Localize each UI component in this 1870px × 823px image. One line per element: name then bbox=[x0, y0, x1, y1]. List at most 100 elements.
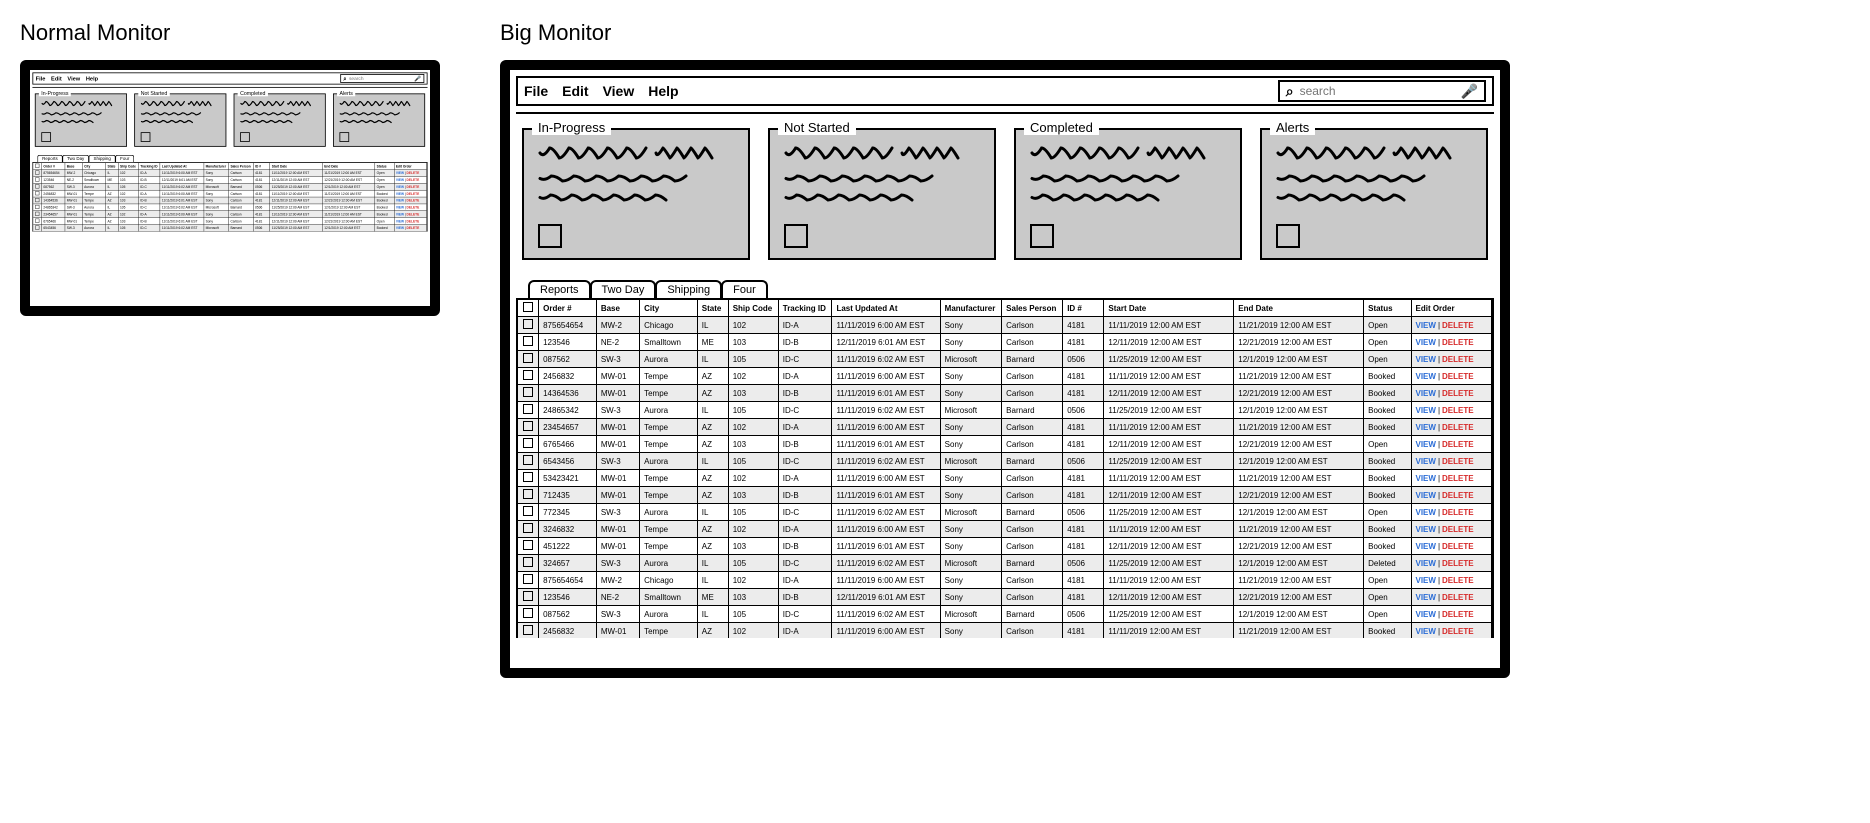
col-header[interactable]: Base bbox=[596, 300, 639, 317]
delete-link[interactable]: DELETE bbox=[1442, 321, 1474, 330]
table-row[interactable]: 23454657MW-01TempeAZ102ID-A11/11/2019 6:… bbox=[518, 419, 1492, 436]
view-link[interactable]: VIEW bbox=[396, 192, 404, 196]
view-link[interactable]: VIEW bbox=[1416, 491, 1436, 500]
menu-edit[interactable]: Edit bbox=[562, 83, 588, 99]
delete-link[interactable]: DELETE bbox=[407, 178, 420, 182]
card-checkbox[interactable] bbox=[784, 224, 808, 248]
col-header[interactable] bbox=[518, 300, 539, 317]
delete-link[interactable]: DELETE bbox=[1442, 491, 1474, 500]
col-header[interactable]: End Date bbox=[1234, 300, 1364, 317]
delete-link[interactable]: DELETE bbox=[1442, 457, 1474, 466]
delete-link[interactable]: DELETE bbox=[407, 226, 420, 230]
table-row[interactable]: 087562SW-3AuroraIL105ID-C11/11/2019 6:02… bbox=[33, 183, 426, 190]
col-header[interactable]: Order # bbox=[42, 163, 65, 170]
mic-icon[interactable]: 🎤 bbox=[1461, 83, 1478, 100]
delete-link[interactable]: DELETE bbox=[1442, 372, 1474, 381]
view-link[interactable]: VIEW bbox=[1416, 576, 1436, 585]
delete-link[interactable]: DELETE bbox=[407, 192, 420, 196]
menu-file[interactable]: File bbox=[524, 83, 548, 99]
card-in-progress[interactable]: In-Progress bbox=[522, 128, 750, 260]
table-row[interactable]: 875654654MW-2ChicagoIL102ID-A11/11/2019 … bbox=[518, 317, 1492, 334]
col-header[interactable]: Edit Order bbox=[394, 163, 427, 170]
delete-link[interactable]: DELETE bbox=[407, 185, 420, 189]
row-checkbox[interactable] bbox=[523, 506, 533, 516]
view-link[interactable]: VIEW bbox=[396, 219, 404, 223]
col-header[interactable]: Start Date bbox=[270, 163, 322, 170]
table-row[interactable]: 451222MW-01TempeAZ103ID-B11/11/2019 6:01… bbox=[518, 538, 1492, 555]
menu-view[interactable]: View bbox=[603, 83, 635, 99]
card-checkbox[interactable] bbox=[1030, 224, 1054, 248]
table-row[interactable]: 2456832MW-01TempeAZ102ID-A11/11/2019 6:0… bbox=[33, 190, 426, 197]
view-link[interactable]: VIEW bbox=[1416, 525, 1436, 534]
tab-four[interactable]: Four bbox=[115, 155, 134, 162]
menu-file[interactable]: File bbox=[36, 75, 46, 81]
col-header[interactable]: Ship Code bbox=[118, 163, 138, 170]
table-row[interactable]: 087562SW-3AuroraIL105ID-C11/11/2019 6:02… bbox=[518, 606, 1492, 623]
row-checkbox[interactable] bbox=[523, 489, 533, 499]
table-row[interactable]: 14364536MW-01TempeAZ103ID-B11/11/2019 6:… bbox=[518, 385, 1492, 402]
view-link[interactable]: VIEW bbox=[1416, 610, 1436, 619]
table-row[interactable]: 53423421MW-01TempeAZ102ID-A11/11/2019 6:… bbox=[518, 470, 1492, 487]
menu-help[interactable]: Help bbox=[648, 83, 678, 99]
delete-link[interactable]: DELETE bbox=[1442, 440, 1474, 449]
delete-link[interactable]: DELETE bbox=[1442, 355, 1474, 364]
delete-link[interactable]: DELETE bbox=[1442, 525, 1474, 534]
card-checkbox[interactable] bbox=[240, 132, 250, 142]
table-row[interactable]: 2456832MW-01TempeAZ102ID-A11/11/2019 6:0… bbox=[518, 368, 1492, 385]
table-row[interactable]: 875654654MW-2ChicagoIL102ID-A11/11/2019 … bbox=[33, 170, 426, 177]
delete-link[interactable]: DELETE bbox=[1442, 508, 1474, 517]
col-header[interactable]: ID # bbox=[253, 163, 270, 170]
col-header[interactable]: Last Updated At bbox=[832, 300, 940, 317]
card-alerts[interactable]: Alerts bbox=[1260, 128, 1488, 260]
menu-view[interactable]: View bbox=[67, 75, 80, 81]
card-checkbox[interactable] bbox=[538, 224, 562, 248]
row-checkbox[interactable] bbox=[35, 219, 39, 223]
card-not-started[interactable]: Not Started bbox=[768, 128, 996, 260]
table-row[interactable]: 087562SW-3AuroraIL105ID-C11/11/2019 6:02… bbox=[518, 351, 1492, 368]
tab-shipping[interactable]: Shipping bbox=[89, 155, 116, 162]
view-link[interactable]: VIEW bbox=[396, 185, 404, 189]
delete-link[interactable]: DELETE bbox=[1442, 474, 1474, 483]
table-row[interactable]: 875654654MW-2ChicagoIL102ID-A11/11/2019 … bbox=[518, 572, 1492, 589]
row-checkbox[interactable] bbox=[523, 404, 533, 414]
col-header[interactable]: City bbox=[82, 163, 105, 170]
col-header[interactable]: Status bbox=[1364, 300, 1411, 317]
tab-reports[interactable]: Reports bbox=[528, 280, 591, 298]
delete-link[interactable]: DELETE bbox=[407, 206, 420, 210]
menu-help[interactable]: Help bbox=[86, 75, 98, 81]
card-completed[interactable]: Completed bbox=[234, 93, 326, 146]
col-header[interactable]: State bbox=[106, 163, 118, 170]
col-header[interactable]: Sales Person bbox=[229, 163, 254, 170]
col-header[interactable]: Tracking ID bbox=[778, 300, 832, 317]
search-input[interactable] bbox=[349, 76, 412, 82]
delete-link[interactable]: DELETE bbox=[1442, 423, 1474, 432]
card-checkbox[interactable] bbox=[1276, 224, 1300, 248]
col-header[interactable]: Manufacturer bbox=[204, 163, 229, 170]
table-row[interactable]: 6765466MW-01TempeAZ103ID-B11/11/2019 6:0… bbox=[33, 218, 426, 225]
row-checkbox[interactable] bbox=[523, 336, 533, 346]
table-row[interactable]: 123546NE-2SmalltownME103ID-B12/11/2019 6… bbox=[518, 334, 1492, 351]
delete-link[interactable]: DELETE bbox=[1442, 559, 1474, 568]
menu-edit[interactable]: Edit bbox=[51, 75, 62, 81]
card-checkbox[interactable] bbox=[41, 132, 51, 142]
row-checkbox[interactable] bbox=[35, 171, 39, 175]
delete-link[interactable]: DELETE bbox=[1442, 576, 1474, 585]
view-link[interactable]: VIEW bbox=[396, 199, 404, 203]
view-link[interactable]: VIEW bbox=[1416, 321, 1436, 330]
row-checkbox[interactable] bbox=[35, 212, 39, 216]
table-row[interactable]: 23454657MW-01TempeAZ102ID-A11/11/2019 6:… bbox=[33, 211, 426, 218]
table-row[interactable]: 6543456SW-3AuroraIL105ID-C11/11/2019 6:0… bbox=[33, 225, 426, 232]
mic-icon[interactable]: 🎤 bbox=[414, 75, 421, 82]
row-checkbox[interactable] bbox=[35, 205, 39, 209]
row-checkbox[interactable] bbox=[523, 625, 533, 635]
col-header[interactable]: State bbox=[697, 300, 728, 317]
delete-link[interactable]: DELETE bbox=[407, 199, 420, 203]
col-header[interactable]: Order # bbox=[539, 300, 597, 317]
col-header[interactable]: ID # bbox=[1063, 300, 1104, 317]
card-in-progress[interactable]: In-Progress bbox=[35, 93, 127, 146]
row-checkbox[interactable] bbox=[523, 387, 533, 397]
view-link[interactable]: VIEW bbox=[1416, 457, 1436, 466]
table-row[interactable]: 2456832MW-01TempeAZ102ID-A11/11/2019 6:0… bbox=[518, 623, 1492, 639]
card-checkbox[interactable] bbox=[141, 132, 151, 142]
col-header[interactable]: Tracking ID bbox=[138, 163, 160, 170]
